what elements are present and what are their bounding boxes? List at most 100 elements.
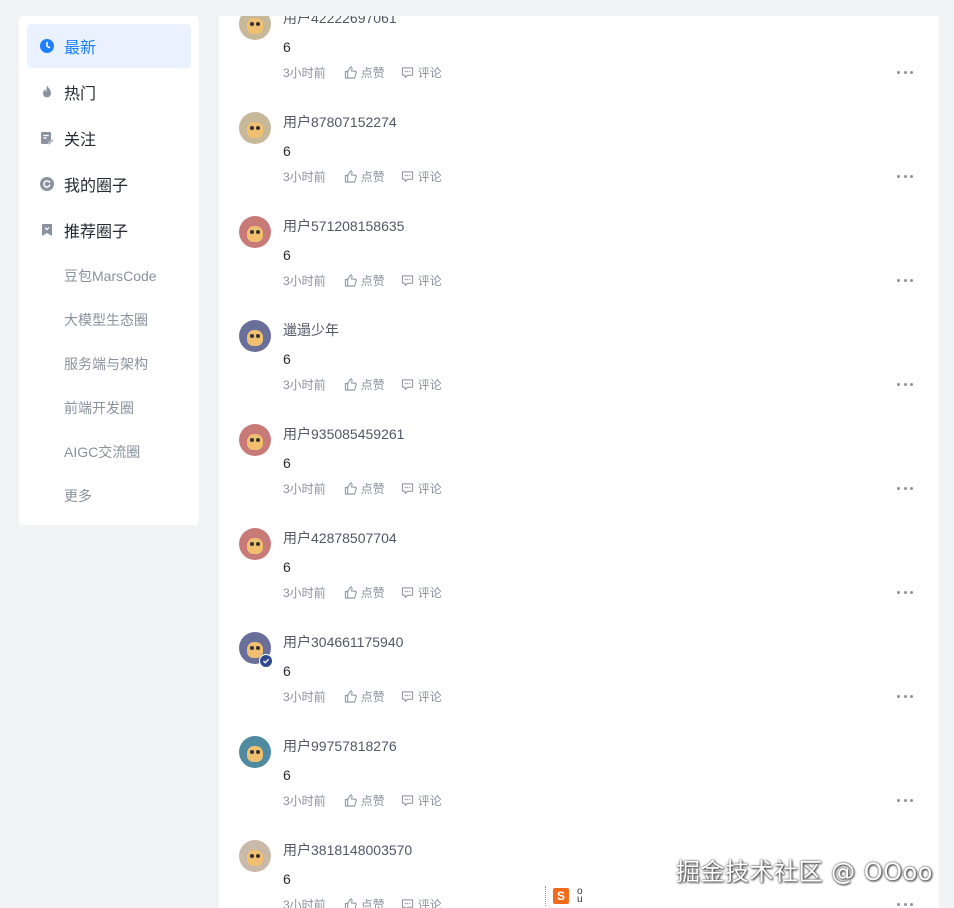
sidebar-subitem-aigc[interactable]: AIGC交流圈 [64,440,140,464]
like-button[interactable]: 点赞 [344,64,385,81]
username[interactable]: 用户571208158635 [283,216,404,236]
comment-label: 评论 [417,793,442,808]
more-options-icon[interactable] [897,686,913,706]
post-actions: 3小时前 点赞 评论 [283,374,458,394]
thumbs-up-icon [344,585,361,599]
comment-button[interactable]: 评论 [401,896,442,908]
username[interactable]: 用户3818148003570 [283,840,412,860]
more-options-icon[interactable] [897,62,913,82]
username[interactable]: 用户42878507704 [283,528,397,548]
like-label: 点赞 [360,793,385,808]
verified-badge-icon [259,654,273,668]
comment-button[interactable]: 评论 [401,792,442,809]
like-button[interactable]: 点赞 [344,896,385,908]
feed-post: 用户935085459261 6 3小时前 点赞 评论 [219,424,939,528]
comment-button[interactable]: 评论 [401,376,442,393]
feed-post: 邋遢少年 6 3小时前 点赞 评论 [219,320,939,424]
comment-label: 评论 [417,273,442,288]
avatar[interactable] [239,112,271,144]
like-label: 点赞 [360,169,385,184]
post-content: 6 [283,559,291,575]
comment-button[interactable]: 评论 [401,168,442,185]
username[interactable]: 用户42222697061 [283,16,397,28]
comment-button[interactable]: 评论 [401,272,442,289]
post-content: 6 [283,767,291,783]
like-label: 点赞 [360,377,385,392]
more-options-icon[interactable] [897,166,913,186]
more-options-icon[interactable] [897,270,913,290]
thumbs-up-icon [344,481,361,495]
like-button[interactable]: 点赞 [344,792,385,809]
sidebar-item-label: 我的圈子 [64,178,129,195]
like-button[interactable]: 点赞 [344,376,385,393]
avatar[interactable] [239,736,271,768]
sidebar-item-my-circles[interactable]: 我的圈子 [27,162,191,206]
like-label: 点赞 [360,689,385,704]
avatar[interactable] [239,632,273,668]
avatar[interactable] [239,16,271,40]
sidebar-item-follow[interactable]: 关注 [27,116,191,160]
avatar[interactable] [239,840,271,872]
bookmark-icon [40,223,54,237]
post-content: 6 [283,351,291,367]
comment-icon [401,378,418,391]
ime-mode-icon[interactable]: ou [577,887,583,905]
post-actions: 3小时前 点赞 评论 [283,166,458,186]
post-time: 3小时前 [283,65,326,80]
sidebar-subitem-more[interactable]: 更多 [64,484,92,508]
avatar[interactable] [239,528,271,560]
sidebar-item-latest[interactable]: 最新 [27,24,191,68]
sidebar-subitem-frontend[interactable]: 前端开发圈 [64,396,134,420]
username[interactable]: 用户99757818276 [283,736,397,756]
username[interactable]: 用户935085459261 [283,424,404,444]
username[interactable]: 用户304661175940 [283,632,403,652]
username[interactable]: 用户87807152274 [283,112,397,132]
like-button[interactable]: 点赞 [344,584,385,601]
sidebar-item-hot[interactable]: 热门 [27,70,191,114]
sidebar-subitem-backend[interactable]: 服务端与架构 [64,352,148,376]
username[interactable]: 邋遢少年 [283,320,339,340]
more-options-icon[interactable] [897,582,913,602]
feed-post: 用户304661175940 6 3小时前 点赞 评论 [219,632,939,736]
sogou-ime-icon[interactable]: S [553,888,569,904]
sidebar-subitem-marscode[interactable]: 豆包MarsCode [64,264,157,288]
feed: 用户42222697061 6 3小时前 点赞 评论 用户87807152274 6 3小时前… [219,16,939,908]
sidebar-item-label: 最新 [64,40,97,57]
ime-toolbar[interactable]: S ou [545,884,587,908]
sidebar: 最新 热门 关注 我的圈子 推荐圈子 豆包MarsCode 大模型生态圈 服务端… [19,16,199,525]
post-content: 6 [283,871,291,887]
post-time: 3小时前 [283,585,326,600]
more-options-icon[interactable] [897,790,913,810]
like-button[interactable]: 点赞 [344,688,385,705]
like-button[interactable]: 点赞 [344,168,385,185]
comment-button[interactable]: 评论 [401,584,442,601]
more-options-icon[interactable] [897,894,913,908]
post-content: 6 [283,143,291,159]
more-options-icon[interactable] [897,374,913,394]
post-time: 3小时前 [283,481,326,496]
circle-icon [40,177,54,191]
comment-label: 评论 [417,65,442,80]
avatar[interactable] [239,320,271,352]
feed-post: 用户42222697061 6 3小时前 点赞 评论 [219,16,939,112]
thumbs-up-icon [344,377,361,391]
comment-button[interactable]: 评论 [401,64,442,81]
sidebar-subitem-llm-ecosystem[interactable]: 大模型生态圈 [64,308,148,332]
post-actions: 3小时前 点赞 评论 [283,62,458,82]
comment-label: 评论 [417,169,442,184]
more-options-icon[interactable] [897,478,913,498]
comment-icon [401,794,418,807]
comment-button[interactable]: 评论 [401,688,442,705]
thumbs-up-icon [344,65,361,79]
watermark: 掘金技术社区 @ OOoo [676,858,933,886]
avatar[interactable] [239,424,271,456]
avatar[interactable] [239,216,271,248]
comment-icon [401,66,418,79]
post-actions: 3小时前 点赞 评论 [283,478,458,498]
comment-label: 评论 [417,377,442,392]
like-button[interactable]: 点赞 [344,480,385,497]
thumbs-up-icon [344,689,361,703]
comment-button[interactable]: 评论 [401,480,442,497]
like-button[interactable]: 点赞 [344,272,385,289]
sidebar-item-recommended-circles[interactable]: 推荐圈子 [27,208,191,252]
